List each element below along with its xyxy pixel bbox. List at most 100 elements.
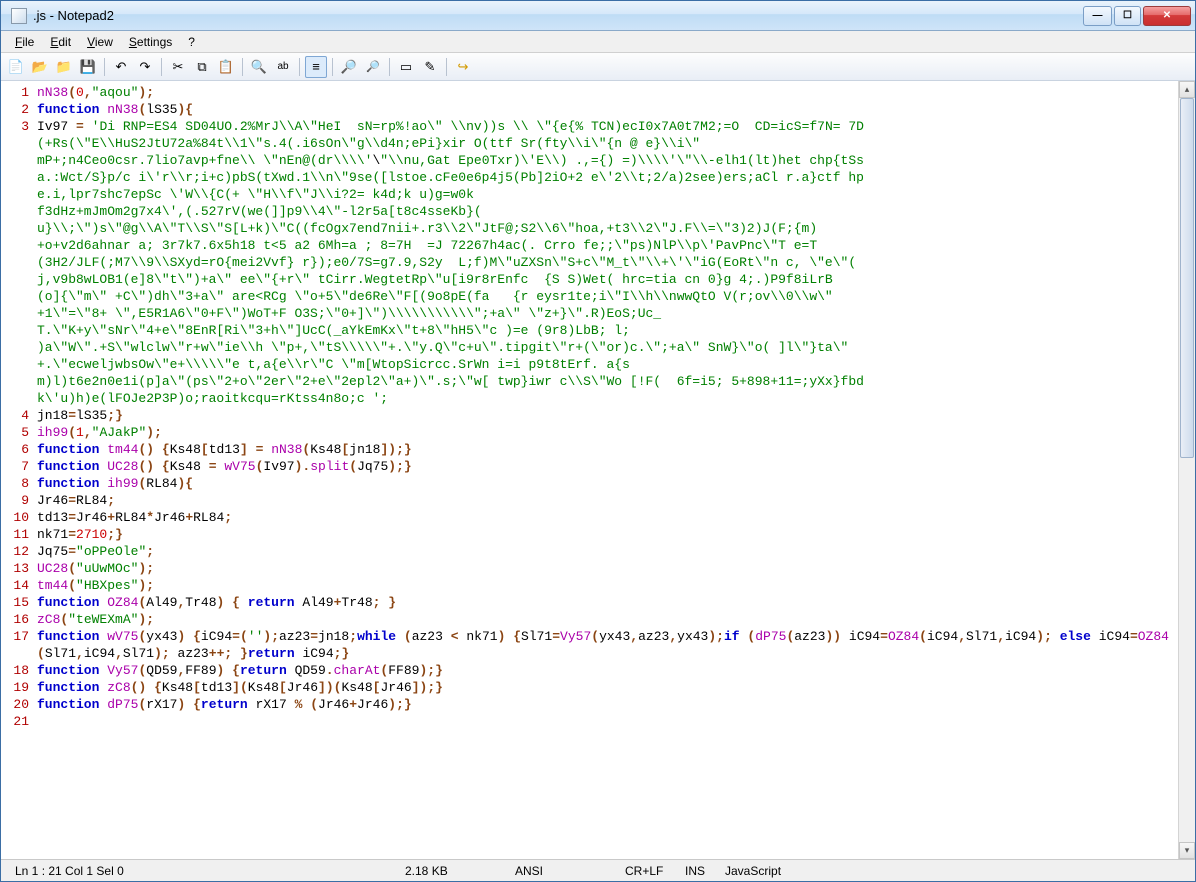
line-number: 8 — [1, 475, 29, 492]
cut-button[interactable]: ✂ — [167, 56, 189, 78]
replace-icon: ab — [277, 61, 288, 72]
code-line[interactable]: Jr46=RL84; — [37, 492, 1178, 509]
exit-icon: ↪ — [458, 59, 469, 75]
zoom-in-button[interactable]: 🔎 — [338, 56, 360, 78]
code-line[interactable]: tm44("HBXpes"); — [37, 577, 1178, 594]
new-file-button[interactable]: 📄 — [5, 56, 27, 78]
exit-button[interactable]: ↪ — [452, 56, 474, 78]
code-line[interactable]: function tm44() {Ks48[td13] = nN38(Ks48[… — [37, 441, 1178, 458]
word-wrap-button[interactable]: ≡ — [305, 56, 327, 78]
code-line[interactable]: function dP75(rX17) {return rX17 % (Jr46… — [37, 696, 1178, 713]
line-number: 21 — [1, 713, 29, 730]
paste-button[interactable]: 📋 — [215, 56, 237, 78]
line-number: 18 — [1, 662, 29, 679]
close-icon: ✕ — [1163, 10, 1171, 21]
code-line[interactable]: function zC8() {Ks48[td13](Ks48[Jr46])(K… — [37, 679, 1178, 696]
code-line[interactable]: td13=Jr46+RL84*Jr46+RL84; — [37, 509, 1178, 526]
scroll-thumb[interactable] — [1180, 98, 1194, 458]
code-line[interactable]: function wV75(yx43) {iC94=('');az23=jn18… — [37, 628, 1178, 662]
code-line[interactable]: Iv97 = 'Di RNP=ES4 SD04UO.2%MrJ\\A\"HeI … — [37, 118, 1178, 407]
line-number: 13 — [1, 560, 29, 577]
code-line[interactable]: Jq75="oPPeOle"; — [37, 543, 1178, 560]
app-icon — [11, 8, 27, 24]
toolbar-separator — [446, 58, 447, 76]
menu-settings[interactable]: Settings — [121, 33, 180, 51]
titlebar[interactable]: .js - Notepad2 ― ☐ ✕ — [1, 1, 1195, 31]
vertical-scrollbar[interactable]: ▴ ▾ — [1178, 81, 1195, 859]
menu-help[interactable]: ? — [180, 33, 203, 51]
editor-area: 123456789101112131415161718192021 nN38(0… — [1, 81, 1195, 859]
app-window: .js - Notepad2 ― ☐ ✕ File Edit View Sett… — [0, 0, 1196, 882]
code-line[interactable]: zC8("teWEXmA"); — [37, 611, 1178, 628]
zoom-out-icon: 🔎 — [366, 60, 380, 73]
line-number: 15 — [1, 594, 29, 611]
find-icon: 🔍 — [251, 59, 267, 75]
line-number: 4 — [1, 407, 29, 424]
browse-icon: 📁 — [56, 59, 72, 75]
line-number: 9 — [1, 492, 29, 509]
menu-file[interactable]: File — [7, 33, 42, 51]
code-line[interactable]: function Vy57(QD59,FF89) {return QD59.ch… — [37, 662, 1178, 679]
redo-icon: ↷ — [140, 59, 151, 75]
scroll-down-arrow[interactable]: ▾ — [1179, 842, 1195, 859]
line-number: 12 — [1, 543, 29, 560]
redo-button[interactable]: ↷ — [134, 56, 156, 78]
status-eol: CR+LF — [617, 864, 677, 878]
line-number: 17 — [1, 628, 29, 662]
code-line[interactable]: UC28("uUwMOc"); — [37, 560, 1178, 577]
scheme-icon: ▭ — [400, 59, 412, 75]
toolbar-separator — [389, 58, 390, 76]
line-number: 3 — [1, 118, 29, 407]
replace-button[interactable]: ab — [272, 56, 294, 78]
code-line[interactable]: ih99(1,"AJakP"); — [37, 424, 1178, 441]
line-number: 11 — [1, 526, 29, 543]
line-number: 2 — [1, 101, 29, 118]
zoom-in-icon: 🔎 — [341, 59, 357, 75]
code-line[interactable]: nk71=2710;} — [37, 526, 1178, 543]
scroll-up-arrow[interactable]: ▴ — [1179, 81, 1195, 98]
line-number: 7 — [1, 458, 29, 475]
toolbar-separator — [299, 58, 300, 76]
code-line[interactable] — [37, 713, 1178, 730]
line-number: 14 — [1, 577, 29, 594]
status-encoding: ANSI — [507, 864, 617, 878]
menu-edit[interactable]: Edit — [42, 33, 79, 51]
menu-view[interactable]: View — [79, 33, 121, 51]
config-icon: ✎ — [425, 59, 436, 75]
word-wrap-icon: ≡ — [312, 59, 320, 74]
code-line[interactable]: jn18=lS35;} — [37, 407, 1178, 424]
close-button[interactable]: ✕ — [1143, 6, 1191, 26]
toolbar-separator — [161, 58, 162, 76]
code-line[interactable]: function OZ84(Al49,Tr48) { return Al49+T… — [37, 594, 1178, 611]
undo-icon: ↶ — [116, 59, 127, 75]
code-line[interactable]: nN38(0,"aqou"); — [37, 84, 1178, 101]
line-number: 5 — [1, 424, 29, 441]
maximize-button[interactable]: ☐ — [1114, 6, 1141, 26]
open-file-button[interactable]: 📂 — [29, 56, 51, 78]
window-title: .js - Notepad2 — [33, 8, 1083, 23]
copy-button[interactable]: ⧉ — [191, 56, 213, 78]
code-editor[interactable]: nN38(0,"aqou");function nN38(lS35){Iv97 … — [33, 81, 1178, 859]
line-number: 1 — [1, 84, 29, 101]
undo-button[interactable]: ↶ — [110, 56, 132, 78]
status-mode: INS — [677, 864, 717, 878]
find-button[interactable]: 🔍 — [248, 56, 270, 78]
minimize-button[interactable]: ― — [1083, 6, 1112, 26]
code-line[interactable]: function ih99(RL84){ — [37, 475, 1178, 492]
line-number: 6 — [1, 441, 29, 458]
zoom-out-button[interactable]: 🔎 — [362, 56, 384, 78]
code-line[interactable]: function UC28() {Ks48 = wV75(Iv97).split… — [37, 458, 1178, 475]
menubar: File Edit View Settings ? — [1, 31, 1195, 53]
save-button[interactable]: 💾 — [77, 56, 99, 78]
code-line[interactable]: function nN38(lS35){ — [37, 101, 1178, 118]
cut-icon: ✂ — [173, 59, 184, 75]
browse-button[interactable]: 📁 — [53, 56, 75, 78]
scheme-button[interactable]: ▭ — [395, 56, 417, 78]
toolbar-separator — [242, 58, 243, 76]
statusbar: Ln 1 : 21 Col 1 Sel 0 2.18 KB ANSI CR+LF… — [1, 859, 1195, 881]
line-number: 20 — [1, 696, 29, 713]
toolbar-separator — [104, 58, 105, 76]
line-number: 19 — [1, 679, 29, 696]
config-button[interactable]: ✎ — [419, 56, 441, 78]
toolbar: 📄 📂 📁 💾 ↶ ↷ ✂ ⧉ 📋 🔍 ab ≡ 🔎 🔎 ▭ ✎ ↪ — [1, 53, 1195, 81]
